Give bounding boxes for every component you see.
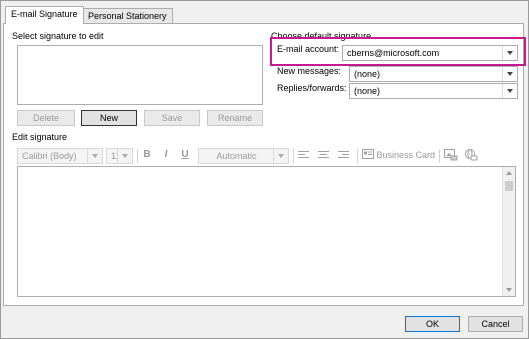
tab-email-signature-label: E-mail Signature	[11, 9, 78, 19]
scroll-up-icon[interactable]	[506, 171, 512, 175]
align-left-icon[interactable]	[298, 150, 310, 160]
bold-button[interactable]: B	[141, 148, 153, 162]
signature-editor[interactable]	[17, 166, 516, 297]
rename-button-label: Rename	[217, 113, 253, 123]
font-size-select[interactable]: 11	[106, 148, 133, 164]
font-value: Calibri (Body)	[22, 151, 77, 161]
toolbar-separator	[293, 149, 294, 163]
align-right-icon[interactable]	[338, 150, 350, 160]
editor-scrollbar[interactable]	[502, 167, 515, 296]
italic-button[interactable]: I	[160, 148, 172, 162]
insert-picture-icon[interactable]	[444, 149, 458, 161]
delete-button[interactable]: Delete	[17, 110, 75, 126]
chevron-down-icon	[502, 67, 517, 81]
replies-forwards-select[interactable]: (none)	[349, 83, 518, 99]
tab-email-signature[interactable]: E-mail Signature	[5, 6, 84, 24]
new-messages-value: (none)	[354, 69, 381, 79]
save-button[interactable]: Save	[144, 110, 200, 126]
align-center-icon[interactable]	[318, 150, 330, 160]
save-button-label: Save	[161, 113, 183, 123]
scroll-thumb[interactable]	[505, 181, 513, 191]
ok-button[interactable]: OK	[405, 316, 460, 332]
toolbar-separator	[137, 149, 138, 163]
toolbar-separator	[439, 149, 440, 163]
select-signature-label: Select signature to edit	[12, 31, 104, 41]
font-color-value: Automatic	[216, 151, 257, 161]
chevron-down-icon	[502, 84, 517, 98]
signature-list[interactable]	[17, 45, 263, 105]
new-button-label: New	[99, 113, 118, 123]
tab-personal-stationery[interactable]: Personal Stationery	[82, 8, 173, 23]
chevron-down-icon	[117, 149, 132, 163]
delete-button-label: Delete	[32, 113, 59, 123]
chevron-down-icon	[502, 46, 517, 60]
font-color-select[interactable]: Automatic	[198, 148, 289, 164]
new-messages-select[interactable]: (none)	[349, 66, 518, 82]
email-account-label: E-mail account:	[277, 44, 340, 54]
tab-personal-stationery-label: Personal Stationery	[88, 11, 167, 21]
font-select[interactable]: Calibri (Body)	[17, 148, 103, 164]
chevron-down-icon	[87, 149, 102, 163]
replies-forwards-value: (none)	[354, 86, 381, 96]
new-button[interactable]: New	[81, 110, 137, 126]
new-messages-label: New messages:	[277, 66, 342, 76]
business-card-label: Business Card	[376, 150, 436, 160]
ok-button-label: OK	[425, 319, 439, 329]
rename-button[interactable]: Rename	[207, 110, 263, 126]
cancel-button-label: Cancel	[481, 319, 510, 329]
replies-forwards-label: Replies/forwards:	[277, 83, 347, 93]
toolbar-separator	[357, 149, 358, 163]
cancel-button[interactable]: Cancel	[468, 316, 523, 332]
chevron-down-icon	[273, 149, 288, 163]
insert-hyperlink-icon[interactable]	[464, 149, 478, 161]
business-card-button[interactable]: Business Card	[362, 148, 435, 162]
email-account-select[interactable]: cberns@microsoft.com	[342, 45, 518, 61]
business-card-icon	[362, 149, 374, 159]
choose-default-label: Choose default signature	[271, 31, 372, 41]
underline-button[interactable]: U	[179, 148, 191, 162]
edit-signature-label: Edit signature	[12, 132, 68, 142]
email-account-value: cberns@microsoft.com	[347, 48, 440, 58]
scroll-down-icon[interactable]	[506, 288, 512, 292]
